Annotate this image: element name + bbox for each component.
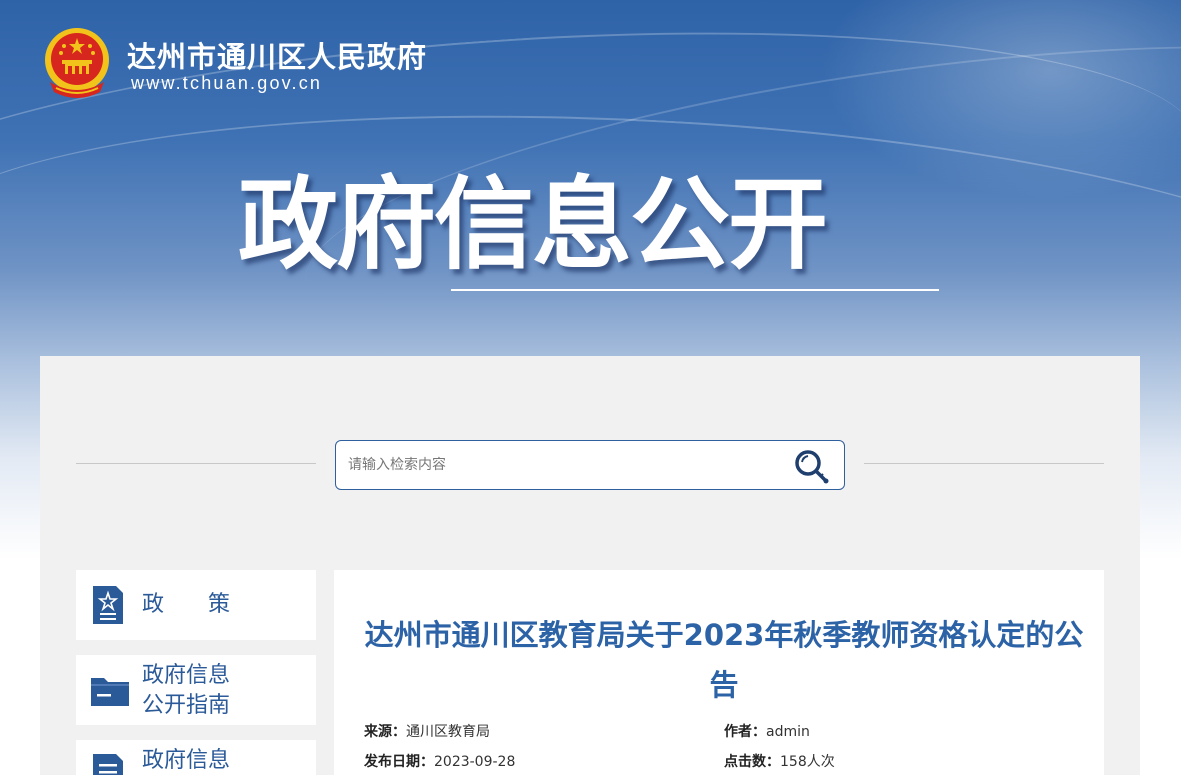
sidebar-item-policy[interactable]: 政 策 xyxy=(76,570,316,640)
author-value: admin xyxy=(766,724,810,740)
date-value: 2023-09-28 xyxy=(434,754,516,770)
sidebar-item-label: 政府信息 xyxy=(142,748,231,773)
hero-title: 政府信息公开 xyxy=(238,166,828,283)
sidebar-item-disclosure-guide[interactable]: 政府信息 公开指南 xyxy=(76,655,316,725)
clicks-value: 158人次 xyxy=(780,754,835,770)
hero-underline xyxy=(451,289,939,291)
article-title: 达州市通川区教育局关于2023年秋季教师资格认定的公告 xyxy=(364,618,1084,702)
policy-document-icon xyxy=(93,586,123,624)
source-label: 来源： xyxy=(364,724,406,740)
sidebar-item-label: 政府信息 xyxy=(142,663,231,688)
national-emblem-icon[interactable] xyxy=(42,26,112,100)
author-label: 作者： xyxy=(724,724,766,740)
clicks-label: 点击数： xyxy=(724,754,780,770)
article-date: 发布日期：2023-09-28 xyxy=(364,751,515,771)
sidebar-item-label: 政 策 xyxy=(142,592,231,617)
article-card: 达州市通川区教育局关于2023年秋季教师资格认定的公告 来源：通川区教育局 作者… xyxy=(334,570,1104,775)
search-icon[interactable] xyxy=(792,447,830,485)
site-url[interactable]: www.tchuan.gov.cn xyxy=(131,73,322,94)
article-clicks: 点击数：158人次 xyxy=(724,751,835,771)
folder-icon xyxy=(91,678,129,706)
sidebar-item-gov-info[interactable]: 政府信息 xyxy=(76,740,316,775)
article-author: 作者：admin xyxy=(724,721,810,741)
sidebar-item-label: 公开指南 xyxy=(142,693,231,718)
search-box xyxy=(335,440,845,490)
divider-right xyxy=(864,463,1104,464)
divider-left xyxy=(76,463,316,464)
date-label: 发布日期： xyxy=(364,754,434,770)
site-title[interactable]: 达州市通川区人民政府 xyxy=(127,34,427,76)
article-source: 来源：通川区教育局 xyxy=(364,721,490,741)
source-value: 通川区教育局 xyxy=(406,724,490,740)
search-input[interactable] xyxy=(348,451,768,479)
list-document-icon xyxy=(93,754,123,775)
